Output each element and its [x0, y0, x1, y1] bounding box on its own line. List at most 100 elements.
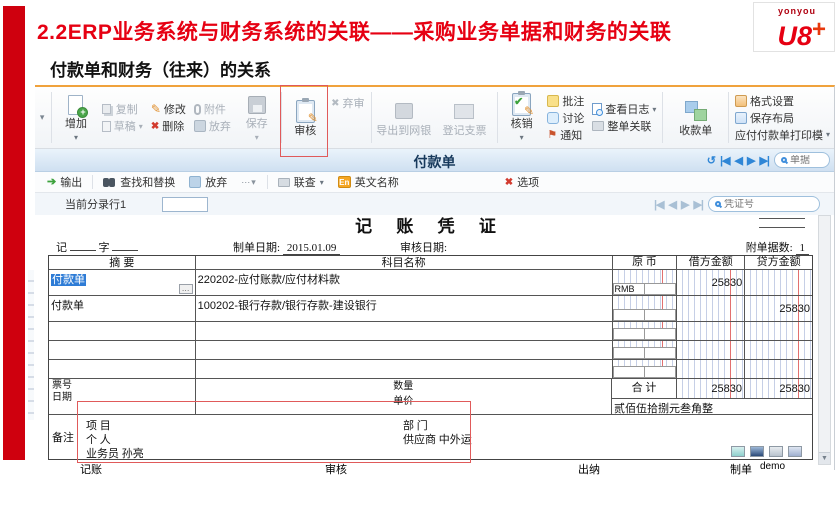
voucher-search-input[interactable]: [724, 199, 813, 210]
last-voucher-icon[interactable]: ▶|: [693, 198, 703, 211]
footer-tool-icon-3[interactable]: [769, 446, 783, 457]
add-button[interactable]: + 增加▾: [54, 89, 98, 146]
currency-code: RMB: [613, 283, 645, 295]
chevron-down-icon: ▾: [826, 130, 830, 139]
slide-accent-bar: [3, 6, 25, 460]
maker-label: 制单: [730, 461, 752, 477]
search-icon: [781, 157, 787, 163]
first-record-icon[interactable]: |◀: [720, 154, 730, 167]
account-cell[interactable]: 220202-应付账款/应付材料款: [196, 270, 613, 295]
refresh-icon[interactable]: ↺: [707, 154, 715, 167]
footer-tool-icon-2[interactable]: [750, 446, 764, 457]
entry-row-input[interactable]: [162, 197, 208, 212]
notify-button[interactable]: 通知: [547, 128, 584, 142]
note-icon: [547, 95, 559, 107]
maker-value: demo: [760, 461, 785, 472]
ellipsis-button[interactable]: …: [179, 284, 193, 294]
voucher-search-box[interactable]: [708, 196, 820, 212]
logo-brand-text: yonyou: [754, 6, 826, 16]
export-bank-icon: [395, 98, 413, 125]
more-button[interactable]: [237, 174, 261, 190]
signature-row: 记账 审核 出纳 制单 demo: [48, 461, 813, 475]
save-button[interactable]: 保存▾: [235, 89, 279, 146]
link-query-button[interactable]: 联查▾: [274, 174, 328, 190]
options-button[interactable]: 选项: [501, 174, 543, 190]
remark-label: 备注: [49, 415, 78, 459]
debit-cell[interactable]: [677, 296, 745, 321]
discard-icon: [194, 120, 206, 132]
decor-line: [759, 218, 805, 219]
chevron-down-icon: ▾: [74, 131, 78, 144]
first-voucher-icon[interactable]: |◀: [654, 198, 664, 211]
total-credit-cell: 25830: [745, 379, 812, 398]
summary-cell[interactable]: 付款单: [49, 296, 196, 321]
voucher-title: 记 账 凭 证: [48, 217, 813, 237]
col-account: 科目名称: [196, 256, 613, 269]
voucher-table-header: 摘 要 科目名称 原 币 借方金额 贷方金额: [49, 256, 812, 270]
save-floppy-icon: [248, 91, 266, 118]
credit-cell[interactable]: 25830: [745, 296, 812, 321]
discuss-button[interactable]: 讨论: [547, 111, 584, 125]
document-search-box[interactable]: [774, 152, 830, 168]
currency-cell[interactable]: [613, 296, 678, 321]
draft-button[interactable]: 草稿▾: [102, 119, 143, 133]
vertical-scrollbar[interactable]: ▼: [818, 215, 831, 465]
format-settings-button[interactable]: 格式设置: [735, 94, 830, 108]
abandon-button[interactable]: 放弃: [194, 119, 231, 133]
next-record-icon[interactable]: ▶: [747, 154, 754, 167]
annotate-button[interactable]: 批注: [547, 94, 584, 108]
view-log-button[interactable]: 查看日志▾: [592, 102, 656, 116]
currency-cell[interactable]: RMB: [613, 270, 678, 295]
last-record-icon[interactable]: ▶|: [759, 154, 769, 167]
next-voucher-icon[interactable]: ▶: [681, 198, 688, 211]
unaudit-button[interactable]: 弃审: [331, 96, 364, 110]
voucher-word-label: 记: [56, 242, 67, 254]
footer-tool-icon-1[interactable]: [731, 446, 745, 457]
print-template-button[interactable]: 应付付款单打印模▾: [735, 128, 830, 142]
debit-cell[interactable]: 25830: [677, 270, 745, 295]
abandon2-button[interactable]: 放弃: [185, 174, 231, 190]
logo-product-text: U8: [777, 21, 812, 51]
modify-button[interactable]: 修改: [151, 102, 186, 116]
summary-cell[interactable]: 付款单 …: [49, 270, 196, 295]
scroll-down-icon[interactable]: ▼: [819, 452, 830, 464]
copy-button[interactable]: 复制: [102, 102, 143, 116]
voucher-word-blank[interactable]: [70, 240, 96, 251]
voucher-paper: 记 账 凭 证 记 字 制单日期: 2015.01.09 审核日期:: [48, 217, 813, 253]
summary-selected-text[interactable]: 付款单: [51, 274, 86, 286]
made-date-label: 制单日期:: [233, 242, 280, 254]
pencil-icon: [151, 102, 161, 116]
receipt-button[interactable]: 收款单: [665, 89, 726, 146]
export-to-bank-button[interactable]: 导出到网银: [373, 89, 434, 146]
toolbar-overflow-caret[interactable]: ▾: [35, 89, 49, 146]
credit-cell[interactable]: [745, 270, 812, 295]
writeoff-button[interactable]: ✔✎ 核销▾: [500, 89, 544, 146]
footer-tool-icon-4[interactable]: [788, 446, 802, 457]
main-toolbar: ▾ + 增加▾ 复制 草稿▾ 修改 删除 附件: [35, 87, 834, 149]
salesman-value: 孙亮: [122, 448, 144, 460]
prev-voucher-icon[interactable]: ◀: [669, 198, 676, 211]
find-replace-button[interactable]: 查找和替换: [99, 174, 179, 190]
english-name-button[interactable]: En英文名称: [334, 174, 403, 190]
save-layout-button[interactable]: 保存布局: [735, 111, 830, 125]
delete-button[interactable]: 删除: [151, 119, 186, 133]
voucher-row-empty: [49, 341, 812, 360]
slide-title: 2.2ERP业务系统与财务系统的关联——采购业务单据和财务的关联: [37, 16, 737, 46]
chevron-down-icon: ▾: [520, 131, 524, 144]
supplier-field[interactable]: 供应商 中外运: [403, 431, 472, 447]
copy-icon: [102, 104, 111, 114]
total-debit-cell: 25830: [677, 379, 745, 398]
register-check-button[interactable]: 登记支票: [434, 89, 495, 146]
link-all-button[interactable]: 整单关联: [592, 119, 656, 133]
account-cell[interactable]: 100202-银行存款/银行存款-建设银行: [196, 296, 613, 321]
document-search-input[interactable]: [790, 155, 823, 166]
voucher-number-blank[interactable]: [112, 240, 138, 251]
prev-record-icon[interactable]: ◀: [735, 154, 742, 167]
speech-bubble-icon: [547, 112, 559, 124]
output-button[interactable]: ➔输出: [43, 174, 86, 190]
unaudit-icon: [331, 97, 339, 109]
audit-button[interactable]: ✎ 审核: [283, 89, 327, 146]
attachment-button[interactable]: 附件: [194, 102, 231, 116]
salesman-field[interactable]: 业务员 孙亮: [86, 445, 144, 461]
output-arrow-icon: ➔: [47, 177, 56, 188]
